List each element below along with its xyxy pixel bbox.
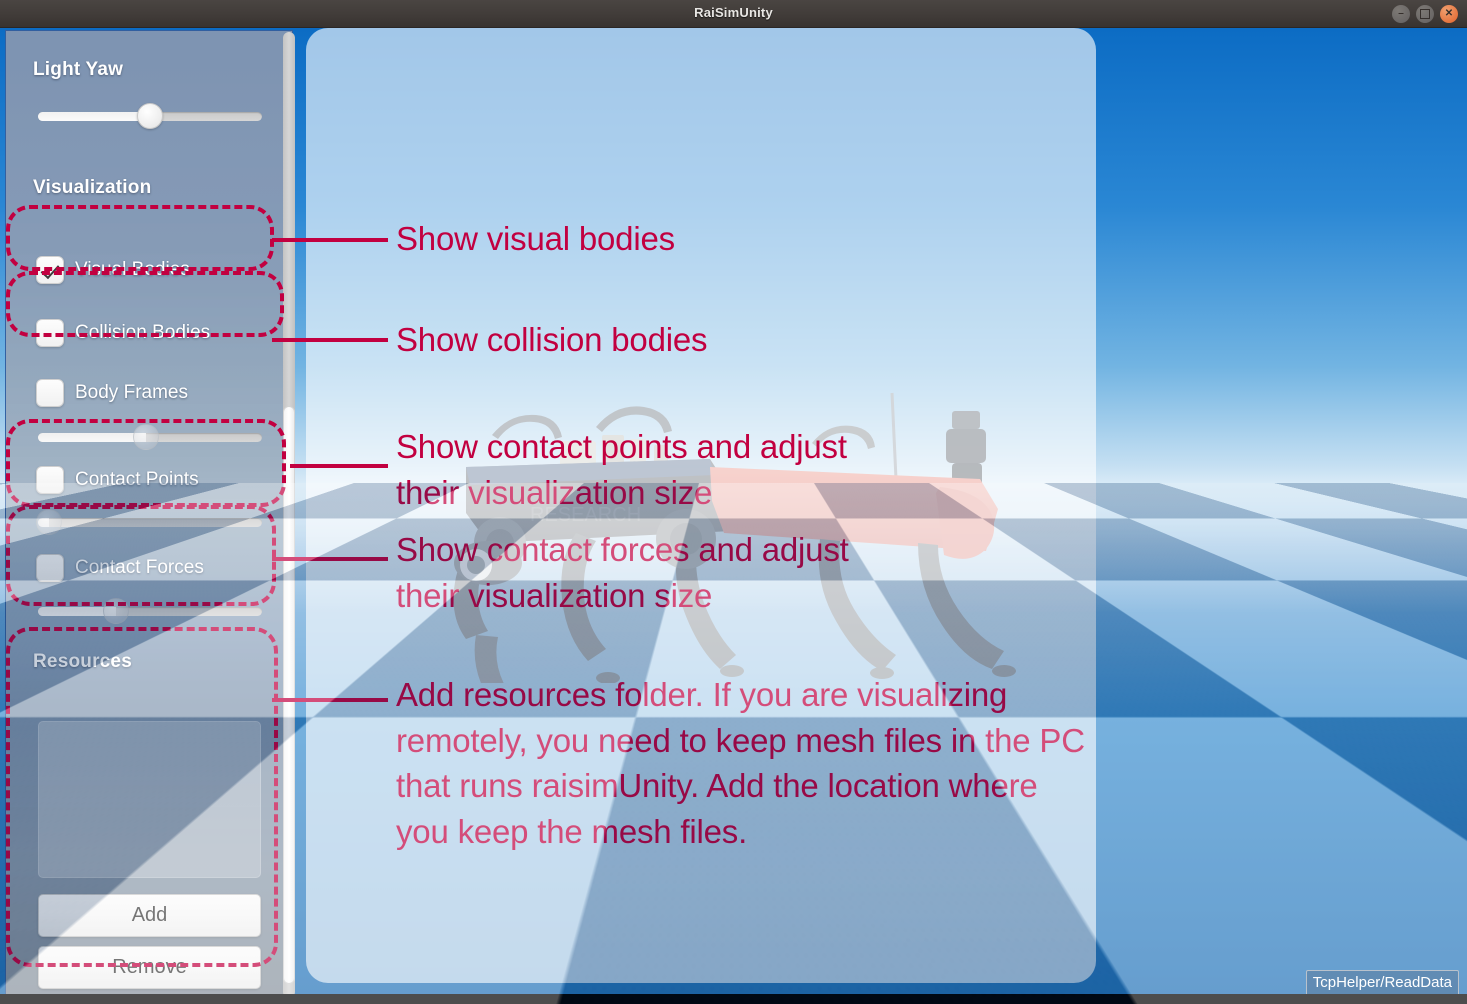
window-title: RaiSimUnity	[694, 5, 773, 20]
contact-points-label: Contact Points	[75, 469, 199, 490]
visualization-section-label: Visualization	[33, 177, 152, 198]
quadruped-robot-model: RESEARCH	[380, 383, 1060, 683]
slider-handle[interactable]	[36, 509, 63, 535]
slider-fill	[38, 433, 146, 442]
sidebar-scrollbar-thumb[interactable]	[283, 406, 295, 984]
slider-fill	[38, 112, 150, 121]
body-frames-size-slider[interactable]	[38, 424, 262, 450]
contact-points-checkbox[interactable]	[36, 466, 64, 494]
minimize-icon: –	[1398, 8, 1404, 19]
remove-resource-button[interactable]: Remove	[38, 946, 261, 989]
body-frames-checkbox[interactable]	[36, 379, 64, 407]
contact-points-size-slider[interactable]	[36, 509, 262, 535]
body-frames-label: Body Frames	[75, 382, 188, 403]
close-icon: ✕	[1444, 8, 1454, 19]
visual-bodies-checkbox[interactable]	[36, 256, 64, 284]
visual-bodies-label: Visual Bodies	[75, 259, 190, 280]
minimize-button[interactable]: –	[1392, 5, 1410, 23]
contact-forces-size-slider[interactable]	[38, 598, 262, 624]
collision-bodies-checkbox[interactable]	[36, 319, 64, 347]
contact-forces-label: Contact Forces	[75, 557, 204, 578]
checkbox-row-body-frames[interactable]: Body Frames	[36, 378, 188, 408]
checkbox-row-visual-bodies[interactable]: Visual Bodies	[36, 255, 190, 285]
resources-list-box[interactable]	[38, 721, 261, 878]
slider-track	[38, 518, 262, 527]
resources-section-label: Resources	[33, 651, 132, 672]
checkbox-row-contact-forces[interactable]: Contact Forces	[36, 553, 204, 583]
slider-handle[interactable]	[137, 103, 163, 129]
control-sidebar: Light Yaw Visualization Visual Bodies Co…	[5, 30, 293, 1000]
light-yaw-label: Light Yaw	[33, 59, 124, 80]
add-resource-button[interactable]: Add	[38, 894, 261, 937]
checkbox-row-collision-bodies[interactable]: Collision Bodies	[36, 318, 210, 348]
light-yaw-slider[interactable]	[38, 103, 262, 129]
status-badge: TcpHelper/ReadData	[1305, 970, 1459, 996]
slider-handle[interactable]	[132, 424, 159, 450]
application-window: RaiSimUnity – ✕ RESEARCH Light Yaw Visua…	[0, 0, 1467, 1004]
maximize-button[interactable]	[1416, 5, 1434, 23]
title-bar: RaiSimUnity – ✕	[0, 0, 1467, 28]
window-controls: – ✕	[1392, 5, 1458, 23]
slider-handle[interactable]	[103, 598, 130, 624]
close-button[interactable]: ✕	[1440, 5, 1458, 23]
collision-bodies-label: Collision Bodies	[75, 322, 211, 343]
maximize-icon	[1420, 9, 1430, 19]
svg-text:RESEARCH: RESEARCH	[530, 504, 641, 526]
contact-forces-checkbox[interactable]	[36, 554, 64, 582]
checkbox-row-contact-points[interactable]: Contact Points	[36, 465, 199, 495]
window-bottom-band	[0, 994, 1467, 1004]
